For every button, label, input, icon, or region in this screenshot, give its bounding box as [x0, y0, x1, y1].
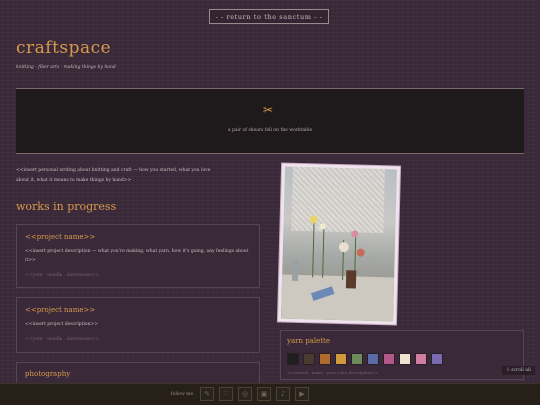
social-icon-4[interactable]: ▣ [257, 387, 271, 401]
project-description: <<insert project description — what you'… [25, 249, 249, 263]
social-icon-6[interactable]: ▶ [295, 387, 309, 401]
scissors-icon: ✂ [263, 103, 274, 117]
project-meta: <<yarn · needle · sizes/notes>> [25, 337, 100, 342]
project-meta: <<yarn · needle · sizes/notes>> [25, 273, 100, 278]
yarn-swatch [351, 353, 363, 365]
intro-text: <<insert personal writing about knitting… [16, 168, 211, 183]
yarn-swatch [431, 353, 443, 365]
yarn-palette-card: yarn palette <<swatch · name · your colo… [280, 330, 524, 380]
footer: follow me ✎ ♡ ◎ ▣ ♪ ▶ [0, 383, 540, 405]
return-button[interactable]: - - return to the sanctum - - [209, 9, 329, 24]
palette-title: yarn palette [287, 337, 331, 345]
social-icon-1[interactable]: ✎ [200, 387, 214, 401]
social-icon-5[interactable]: ♪ [276, 387, 290, 401]
banner [16, 88, 524, 154]
yarn-swatch [319, 353, 331, 365]
tagline: knitting · fiber arts · making things by… [16, 65, 116, 70]
yarn-swatch [415, 353, 427, 365]
banner-bottom-ornament: · · · [255, 151, 267, 156]
yarn-swatch [367, 353, 379, 365]
project-name: <<project name>> [25, 233, 96, 241]
yarn-swatch [287, 353, 299, 365]
yarn-swatch [335, 353, 347, 365]
project-name: <<project name>> [25, 306, 96, 314]
swatch-row [287, 353, 517, 365]
social-icon-2[interactable]: ♡ [219, 387, 233, 401]
craft-photo [277, 163, 401, 325]
site-title: craftspace [16, 38, 112, 58]
palette-note: <<swatch · name · your color description… [287, 370, 379, 375]
social-icon-3[interactable]: ◎ [238, 387, 252, 401]
photography-title: photography [25, 370, 71, 378]
banner-top-ornament: · · · [255, 86, 267, 91]
banner-caption: a pair of shears fell on the worktable [227, 128, 313, 133]
project-card: <<project name>> <<insert project descri… [16, 224, 260, 288]
yarn-swatch [383, 353, 395, 365]
project-card: <<project name>> <<insert project descri… [16, 297, 260, 353]
project-description: <<insert project description>> [25, 322, 99, 327]
scroll-button[interactable]: ⇩ scroll all [502, 366, 535, 375]
yarn-swatch [303, 353, 315, 365]
footer-label: follow me [171, 392, 194, 397]
yarn-swatch [399, 353, 411, 365]
works-section-title: works in progress [16, 200, 117, 213]
